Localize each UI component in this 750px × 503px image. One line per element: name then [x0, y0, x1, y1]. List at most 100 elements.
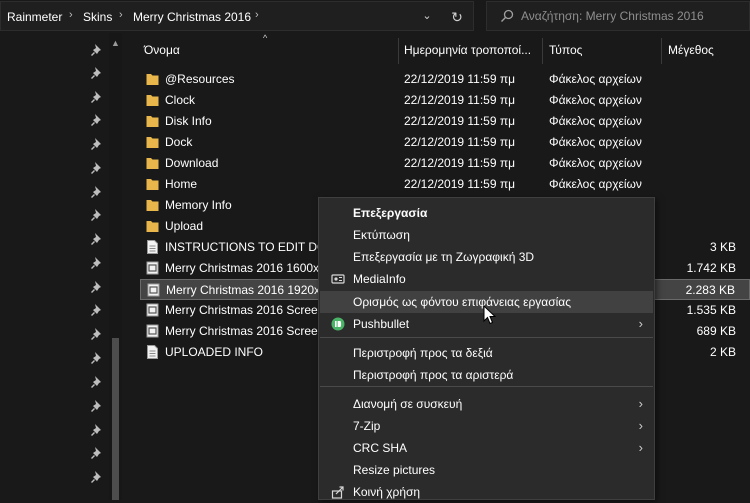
pin-icon[interactable]	[90, 280, 104, 294]
breadcrumb-item-skins[interactable]: Skins	[83, 10, 112, 24]
chevron-down-icon[interactable]: ⌄	[418, 9, 436, 25]
column-header-size[interactable]: Μέγεθος	[668, 43, 714, 57]
menu-item[interactable]: Διανομή σε συσκευή ›	[320, 393, 653, 415]
menu-item-label: Περιστροφή προς τα αριστερά	[353, 368, 514, 382]
breadcrumb[interactable]: Rainmeter › Skins › Merry Christmas 2016…	[0, 1, 474, 31]
menu-separator	[320, 386, 653, 387]
pin-icon[interactable]	[90, 423, 104, 437]
file-name: Download	[165, 156, 219, 170]
address-bar-area: Rainmeter › Skins › Merry Christmas 2016…	[0, 0, 750, 33]
file-type: Φάκελος αρχείων	[549, 156, 642, 170]
file-type: Φάκελος αρχείων	[549, 177, 642, 191]
table-row[interactable]: Download 22/12/2019 11:59 πμ Φάκελος αρχεί…	[140, 153, 750, 174]
file-name: UPLOADED INFO	[165, 345, 264, 359]
file-name: Merry Christmas 2016 1600x9	[165, 261, 326, 275]
column-header-date[interactable]: Ημερομηνία τροποποί...	[404, 43, 531, 57]
folder-icon	[146, 158, 159, 169]
file-size: 1.535 KB	[686, 303, 736, 317]
table-row[interactable]: Disk Info 22/12/2019 11:59 πμ Φάκελος αρχε…	[140, 111, 750, 132]
pin-icon[interactable]	[90, 161, 104, 175]
file-size: 689 KB	[696, 324, 736, 338]
chevron-right-icon[interactable]: ›	[69, 9, 73, 21]
menu-item[interactable]: 7-Zip ›	[320, 415, 653, 437]
scroll-up-icon[interactable]: ▲	[109, 38, 122, 48]
pin-icon[interactable]	[90, 90, 104, 104]
chevron-right-icon: ›	[638, 396, 643, 411]
pin-icon[interactable]	[90, 113, 104, 127]
image-file-icon	[147, 283, 160, 297]
chevron-right-icon: ›	[638, 418, 643, 433]
menu-item-label: Διανομή σε συσκευή	[353, 397, 463, 411]
file-name: Dock	[165, 135, 193, 149]
menu-item[interactable]: MediaInfo	[320, 268, 653, 290]
column-header-type[interactable]: Τύπος	[549, 43, 582, 57]
file-name: Memory Info	[165, 198, 232, 212]
breadcrumb-item-current[interactable]: Merry Christmas 2016	[133, 10, 251, 24]
table-row[interactable]: Clock 22/12/2019 11:59 πμ Φάκελος αρχείων	[140, 90, 750, 111]
file-name: Upload	[165, 219, 204, 233]
column-divider[interactable]	[542, 38, 543, 64]
file-name: INSTRUCTIONS TO EDIT DOC	[165, 240, 336, 254]
menu-item-label: Επεξεργασία με τη Ζωγραφική 3D	[353, 250, 535, 264]
column-header-name[interactable]: Όνομα	[144, 43, 180, 57]
pin-icon[interactable]	[90, 470, 104, 484]
pin-icon[interactable]	[90, 43, 104, 57]
file-size: 3 KB	[709, 240, 736, 254]
menu-item[interactable]: Περιστροφή προς τα δεξιά	[320, 342, 653, 364]
menu-item-label: MediaInfo	[353, 272, 406, 286]
table-row[interactable]: @Resources 22/12/2019 11:59 πμ Φάκελος αρχ…	[140, 69, 750, 90]
table-row[interactable]: Home 22/12/2019 11:59 πμ Φάκελος αρχείων	[140, 174, 750, 195]
pin-icon[interactable]	[90, 399, 104, 413]
file-date: 22/12/2019 11:59 πμ	[404, 72, 516, 86]
menu-item-label: Περιστροφή προς τα δεξιά	[353, 346, 493, 360]
file-name: Merry Christmas 2016 1920x1	[166, 283, 327, 297]
menu-item[interactable]: CRC SHA ›	[320, 437, 653, 459]
pin-icon[interactable]	[90, 375, 104, 389]
menu-item[interactable]: Επεξεργασία	[320, 202, 653, 224]
pin-icon[interactable]	[90, 185, 104, 199]
pin-icon[interactable]	[90, 208, 104, 222]
pushbullet-icon	[331, 317, 345, 331]
pin-icon[interactable]	[90, 351, 104, 365]
pin-icon[interactable]	[90, 327, 104, 341]
pin-icon[interactable]	[90, 446, 104, 460]
refresh-icon[interactable]: ↻	[447, 7, 467, 27]
file-name: Clock	[165, 93, 196, 107]
pin-icon[interactable]	[90, 256, 104, 270]
column-divider[interactable]	[661, 38, 662, 64]
pin-icon[interactable]	[90, 66, 104, 80]
breadcrumb-item-rainmeter[interactable]: Rainmeter	[7, 10, 62, 24]
file-size: 1.742 KB	[686, 261, 736, 275]
chevron-right-icon[interactable]: ›	[255, 9, 259, 21]
pin-icon[interactable]	[90, 303, 104, 317]
menu-item[interactable]: Περιστροφή προς τα αριστερά	[320, 364, 653, 386]
image-file-icon	[146, 303, 159, 317]
file-type: Φάκελος αρχείων	[549, 114, 642, 128]
file-name: Merry Christmas 2016 Screen	[165, 324, 325, 338]
file-date: 22/12/2019 11:59 πμ	[404, 93, 516, 107]
image-file-icon	[146, 261, 159, 275]
mouse-cursor-icon	[483, 305, 497, 325]
search-input[interactable]	[521, 8, 741, 24]
navigation-scrollbar[interactable]: ▲	[109, 33, 122, 500]
file-name: Merry Christmas 2016 Screen	[165, 303, 325, 317]
menu-item-label: CRC SHA	[353, 441, 408, 455]
menu-item-label: Pushbullet	[353, 317, 410, 331]
menu-item[interactable]: Resize pictures	[320, 459, 653, 481]
chevron-right-icon[interactable]: ›	[119, 9, 123, 21]
menu-item-label: 7-Zip	[353, 419, 381, 433]
scrollbar-thumb[interactable]	[112, 338, 119, 500]
file-date: 22/12/2019 11:59 πμ	[404, 177, 516, 191]
search-box[interactable]	[486, 1, 750, 31]
pin-icon[interactable]	[90, 137, 104, 151]
folder-icon	[146, 74, 159, 85]
share-icon	[331, 486, 344, 499]
menu-item-label: Κοινή χρήση	[353, 485, 421, 499]
image-file-icon	[146, 324, 159, 338]
table-row[interactable]: Dock 22/12/2019 11:59 πμ Φάκελος αρχείων	[140, 132, 750, 153]
menu-item[interactable]: Εκτύπωση	[320, 224, 653, 246]
context-menu: Επεξεργασία Εκτύπωση Επεξεργασία με τη Ζωγ…	[318, 197, 655, 500]
pin-icon[interactable]	[90, 232, 104, 246]
menu-item[interactable]: Επεξεργασία με τη Ζωγραφική 3D	[320, 246, 653, 268]
column-divider[interactable]	[398, 38, 399, 64]
